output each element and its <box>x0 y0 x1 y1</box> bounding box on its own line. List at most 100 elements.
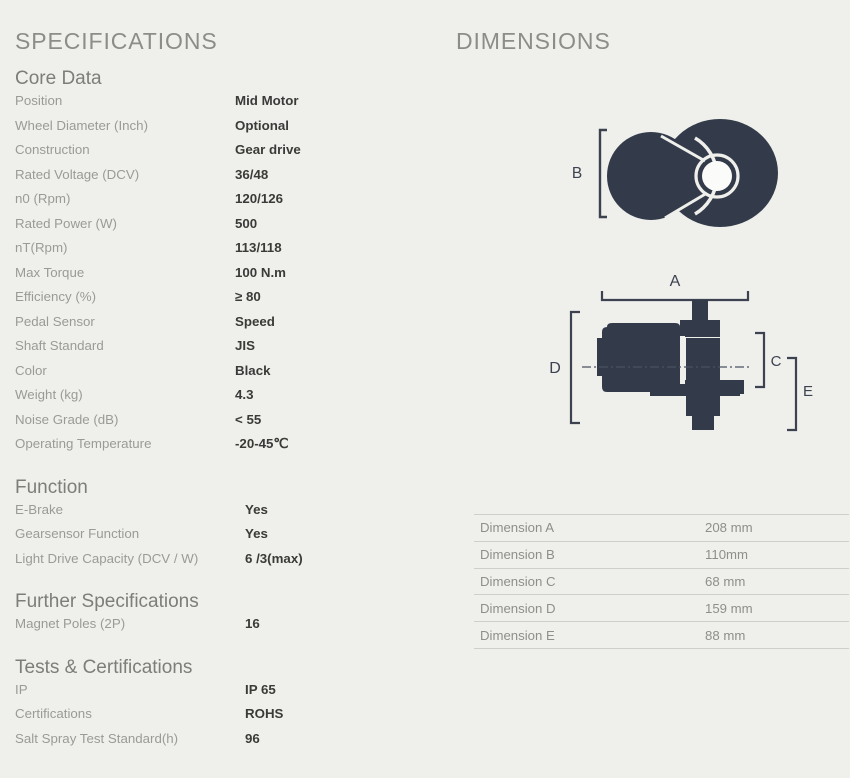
spec-value: Gear drive <box>235 142 301 157</box>
dimension-bracket-c: C <box>755 331 782 389</box>
spec-value: ≥ 80 <box>235 289 261 304</box>
spec-value: Speed <box>235 313 275 329</box>
spec-row-noise-grade: Noise Grade (dB) < 55 <box>15 412 435 437</box>
motor-side-view-drawing: B <box>572 119 778 227</box>
spec-label: Color <box>15 362 47 378</box>
spec-label: Shaft Standard <box>15 338 104 353</box>
spec-label: IP <box>15 681 28 697</box>
spec-value: 120/126 <box>235 191 284 206</box>
spec-label: Rated Power (W) <box>15 215 117 231</box>
dimension-name: Dimension D <box>474 594 705 623</box>
dimension-value: 159 mm <box>705 594 849 623</box>
dimension-name: Dimension B <box>474 540 705 569</box>
spec-row-weight: Weight (kg) 4.3 <box>15 387 435 412</box>
motor-silhouette-shape <box>597 300 744 430</box>
group-heading: Tests & Certifications <box>15 656 193 678</box>
spec-value: < 55 <box>235 411 262 427</box>
dimension-label-c: C <box>771 353 782 370</box>
spec-value: 16 <box>245 616 260 631</box>
group-heading: Core Data <box>15 68 102 89</box>
spec-value: -20-45℃ <box>235 436 289 451</box>
dimension-value: 88 mm <box>705 621 849 649</box>
group-heading: Further Specifications <box>15 591 199 612</box>
spec-label: Pedal Sensor <box>15 313 95 329</box>
spec-label: Magnet Poles (2P) <box>15 616 126 631</box>
spec-label: Light Drive Capacity (DCV / W) <box>15 550 199 566</box>
dimension-bracket-b: B <box>572 128 607 219</box>
spec-value: Yes <box>245 501 268 517</box>
spec-value: Black <box>235 362 271 378</box>
dimensions-title: DIMENSIONS <box>456 28 611 54</box>
spec-label: E-Brake <box>15 501 64 517</box>
spec-group-tests-certifications: Tests & Certifications IP IP 65 Certific… <box>15 657 435 756</box>
spec-row-rated-power: Rated Power (W) 500 <box>15 216 435 241</box>
table-row: Dimension A 208 mm <box>474 514 849 542</box>
dimension-label-b: B <box>572 165 582 182</box>
dimension-value: 68 mm <box>705 567 849 596</box>
spec-label: Gearsensor Function <box>15 526 140 541</box>
dimension-label-a: A <box>670 273 681 290</box>
spec-row-rated-voltage: Rated Voltage (DCV) 36/48 <box>15 167 435 192</box>
spec-label: Noise Grade (dB) <box>15 411 119 427</box>
spec-label: Rated Voltage (DCV) <box>15 166 140 182</box>
spec-label: Efficiency (%) <box>15 289 97 304</box>
specifications-title: SPECIFICATIONS <box>15 28 218 54</box>
dimension-label-d: D <box>549 360 561 377</box>
dimension-value: 208 mm <box>705 514 849 542</box>
spec-value: Optional <box>235 117 289 133</box>
spec-row-position: Position Mid Motor <box>15 93 435 118</box>
spec-label: Weight (kg) <box>15 387 83 402</box>
spec-row-operating-temperature: Operating Temperature -20-45℃ <box>15 436 435 461</box>
table-row: Dimension C 68 mm <box>474 567 849 596</box>
spec-row-shaft-standard: Shaft Standard JIS <box>15 338 435 363</box>
spec-value: ROHS <box>245 706 284 721</box>
spec-row-ip: IP IP 65 <box>15 682 435 707</box>
spec-value: Yes <box>245 526 268 541</box>
spec-value: 113/118 <box>235 240 282 255</box>
spec-value: 96 <box>245 730 260 746</box>
spec-row-magnet-poles: Magnet Poles (2P) 16 <box>15 616 435 641</box>
spec-row-light-drive-capacity: Light Drive Capacity (DCV / W) 6 /3(max) <box>15 551 435 576</box>
spec-value: 4.3 <box>235 387 254 402</box>
table-row: Dimension B 110mm <box>474 540 849 569</box>
spec-value: IP 65 <box>245 681 276 697</box>
spec-value: JIS <box>235 338 255 353</box>
spec-label: nT(Rpm) <box>15 240 68 255</box>
spec-value: 6 /3(max) <box>245 550 303 566</box>
spec-row-salt-spray-test: Salt Spray Test Standard(h) 96 <box>15 731 435 756</box>
dimension-bracket-a: A <box>600 273 750 302</box>
spec-row-n0-rpm: n0 (Rpm) 120/126 <box>15 191 435 216</box>
spec-row-wheel-diameter: Wheel Diameter (Inch) Optional <box>15 118 435 143</box>
spec-value: 100 N.m <box>235 264 286 280</box>
dimension-value: 110mm <box>705 540 849 569</box>
spec-value: 36/48 <box>235 166 269 182</box>
dimension-name: Dimension E <box>474 621 705 649</box>
table-row: Dimension D 159 mm <box>474 594 849 623</box>
table-row: Dimension E 88 mm <box>474 621 849 649</box>
dimension-bracket-d: D <box>549 310 580 425</box>
spec-label: Certifications <box>15 706 92 721</box>
spec-sheet-page: SPECIFICATIONS DIMENSIONS Core Data Posi… <box>0 0 850 778</box>
spec-row-nt-rpm: nT(Rpm) 113/118 <box>15 240 435 265</box>
motor-body-shape <box>607 119 778 227</box>
spec-label: Construction <box>15 142 90 157</box>
dimension-name: Dimension C <box>474 567 705 596</box>
spec-group-core-data: Core Data Position Mid Motor Wheel Diame… <box>15 68 435 461</box>
spec-row-construction: Construction Gear drive <box>15 142 435 167</box>
dimension-bracket-e: E <box>787 356 813 432</box>
group-heading: Function <box>15 476 88 498</box>
spec-row-e-brake: E-Brake Yes <box>15 502 435 527</box>
dimension-label-e: E <box>803 383 813 400</box>
dimension-name: Dimension A <box>474 514 705 542</box>
spec-label: Position <box>15 93 63 108</box>
spec-row-certifications: Certifications ROHS <box>15 706 435 731</box>
spec-group-further-specifications: Further Specifications Magnet Poles (2P)… <box>15 591 435 641</box>
spec-label: Wheel Diameter (Inch) <box>15 117 149 133</box>
specifications-list: Core Data Position Mid Motor Wheel Diame… <box>15 68 435 755</box>
spec-row-efficiency: Efficiency (%) ≥ 80 <box>15 289 435 314</box>
spec-value: 500 <box>235 215 258 231</box>
spec-label: Operating Temperature <box>15 436 152 451</box>
